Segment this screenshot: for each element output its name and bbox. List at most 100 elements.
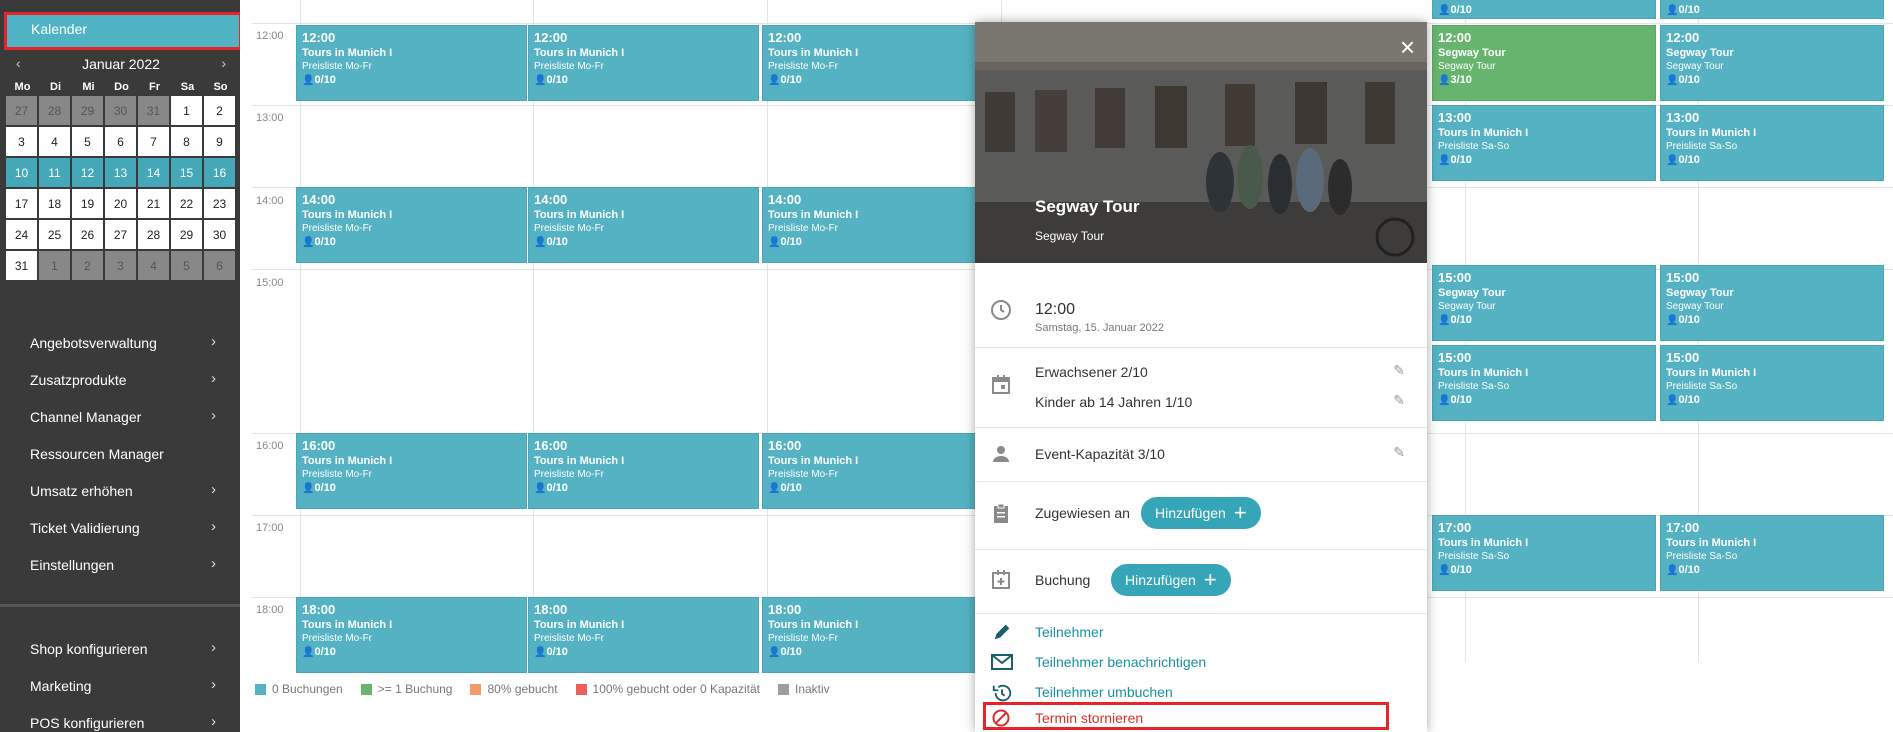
- event-slot-top[interactable]: 👤0/10: [1432, 0, 1656, 19]
- calendar-day[interactable]: 7: [138, 127, 169, 156]
- calendar-day[interactable]: 23: [204, 189, 235, 218]
- calendar-day[interactable]: 21: [138, 189, 169, 218]
- event-slot[interactable]: 14:00 Tours in Munich I Preisliste Mo-Fr 👤0…: [528, 187, 759, 263]
- calendar-nav-button[interactable]: Kalender: [4, 12, 242, 50]
- edit-children-icon[interactable]: ✎: [1393, 392, 1405, 409]
- sidebar-item[interactable]: Einstellungen ›: [0, 546, 240, 583]
- calendar-day[interactable]: 12: [72, 158, 103, 187]
- sidebar-item[interactable]: Shop konfigurieren ›: [0, 630, 240, 667]
- edit-adults-icon[interactable]: ✎: [1393, 362, 1405, 379]
- calendar-day[interactable]: 26: [72, 220, 103, 249]
- event-capacity: 👤0/10: [768, 481, 987, 496]
- event-slot[interactable]: 18:00 Tours in Munich I Preisliste Mo-Fr 👤0…: [762, 597, 993, 673]
- event-slot[interactable]: 16:00 Tours in Munich I Preisliste Mo-Fr 👤0…: [762, 433, 993, 509]
- calendar-day[interactable]: 4: [39, 127, 70, 156]
- event-name: Tours in Munich I: [1438, 127, 1529, 139]
- calendar-day[interactable]: 24: [6, 220, 37, 249]
- calendar-day[interactable]: 3: [105, 251, 136, 280]
- calendar-day[interactable]: 29: [171, 220, 202, 249]
- calendar-day[interactable]: 15: [171, 158, 202, 187]
- capacity-section: Event-Kapazität 3/10 ✎: [975, 427, 1427, 481]
- calendar-day[interactable]: 6: [105, 127, 136, 156]
- event-slot[interactable]: 12:00 Tours in Munich I Preisliste Mo-Fr 👤0…: [762, 25, 993, 101]
- event-name: Segway Tour: [1438, 287, 1506, 299]
- sidebar-item[interactable]: Channel Manager ›: [0, 398, 240, 435]
- calendar-day[interactable]: 6: [204, 251, 235, 280]
- event-pricelist: Preisliste Sa-So: [1666, 141, 1738, 152]
- sidebar-item[interactable]: POS konfigurieren ›: [0, 704, 240, 732]
- calendar-day[interactable]: 28: [138, 220, 169, 249]
- event-slot[interactable]: 12:00 Segway Tour Segway Tour 👤0/10: [1660, 25, 1884, 101]
- sidebar-item[interactable]: Angebotsverwaltung ›: [0, 324, 240, 361]
- event-slot[interactable]: 15:00 Tours in Munich I Preisliste Sa-So 👤0…: [1432, 345, 1656, 421]
- calendar-day[interactable]: 28: [39, 96, 70, 125]
- edit-capacity-icon[interactable]: ✎: [1393, 444, 1405, 461]
- event-slot[interactable]: 15:00 Segway Tour Segway Tour 👤0/10: [1660, 265, 1884, 341]
- chevron-right-icon: ›: [211, 676, 216, 693]
- calendar-day[interactable]: 18: [39, 189, 70, 218]
- calendar-day[interactable]: 30: [105, 96, 136, 125]
- event-slot[interactable]: 15:00 Tours in Munich I Preisliste Sa-So 👤0…: [1660, 345, 1884, 421]
- add-assignee-button[interactable]: Hinzufügen +: [1141, 497, 1261, 529]
- calendar-day[interactable]: 8: [171, 127, 202, 156]
- calendar-day[interactable]: 17: [6, 189, 37, 218]
- calendar-day[interactable]: 31: [6, 251, 37, 280]
- event-slot[interactable]: 14:00 Tours in Munich I Preisliste Mo-Fr 👤0…: [762, 187, 993, 263]
- event-pricelist: Segway Tour: [1438, 61, 1496, 72]
- calendar-day[interactable]: 5: [72, 127, 103, 156]
- chevron-right-icon[interactable]: ›: [221, 55, 226, 71]
- event-slot[interactable]: 12:00 Tours in Munich I Preisliste Mo-Fr 👤0…: [296, 25, 527, 101]
- calendar-day[interactable]: 2: [72, 251, 103, 280]
- person-icon: 👤: [768, 647, 781, 658]
- rebook-participants-link[interactable]: Teilnehmer umbuchen: [1035, 684, 1173, 700]
- calendar-day[interactable]: 22: [171, 189, 202, 218]
- event-slot[interactable]: 17:00 Tours in Munich I Preisliste Sa-So 👤0…: [1432, 515, 1656, 591]
- calendar-day[interactable]: 1: [171, 96, 202, 125]
- calendar-day[interactable]: 20: [105, 189, 136, 218]
- calendar-day[interactable]: 5: [171, 251, 202, 280]
- event-slot-top[interactable]: 👤0/10: [1660, 0, 1884, 19]
- notify-participants-link[interactable]: Teilnehmer benachrichtigen: [1035, 654, 1206, 670]
- calendar-day[interactable]: 25: [39, 220, 70, 249]
- calendar-day[interactable]: 2: [204, 96, 235, 125]
- event-slot[interactable]: 18:00 Tours in Munich I Preisliste Mo-Fr 👤0…: [528, 597, 759, 673]
- calendar-day[interactable]: 27: [6, 96, 37, 125]
- calendar-day[interactable]: 30: [204, 220, 235, 249]
- sidebar-item[interactable]: Umsatz erhöhen ›: [0, 472, 240, 509]
- event-slot[interactable]: 17:00 Tours in Munich I Preisliste Sa-So 👤0…: [1660, 515, 1884, 591]
- close-icon[interactable]: ×: [1400, 34, 1415, 60]
- add-booking-button[interactable]: Hinzufügen +: [1111, 564, 1231, 596]
- calendar-icon: [992, 375, 1010, 394]
- event-slot[interactable]: 15:00 Segway Tour Segway Tour 👤0/10: [1432, 265, 1656, 341]
- sidebar-item[interactable]: Ressourcen Manager: [0, 435, 240, 472]
- event-slot[interactable]: 18:00 Tours in Munich I Preisliste Mo-Fr 👤0…: [296, 597, 527, 673]
- event-slot[interactable]: 16:00 Tours in Munich I Preisliste Mo-Fr 👤0…: [296, 433, 527, 509]
- event-time: 16:00: [534, 438, 568, 453]
- event-name: Segway Tour: [1438, 47, 1506, 59]
- event-slot[interactable]: 12:00 Tours in Munich I Preisliste Mo-Fr 👤0…: [528, 25, 759, 101]
- cancel-event-link[interactable]: Termin stornieren: [1035, 710, 1143, 726]
- calendar-day[interactable]: 10: [6, 158, 37, 187]
- calendar-day[interactable]: 3: [6, 127, 37, 156]
- calendar-day[interactable]: 19: [72, 189, 103, 218]
- event-slot[interactable]: 12:00 Segway Tour Segway Tour 👤3/10: [1432, 25, 1656, 101]
- calendar-day[interactable]: 27: [105, 220, 136, 249]
- event-slot[interactable]: 13:00 Tours in Munich I Preisliste Sa-So 👤0…: [1432, 105, 1656, 181]
- sidebar-item[interactable]: Marketing ›: [0, 667, 240, 704]
- event-slot[interactable]: 16:00 Tours in Munich I Preisliste Mo-Fr 👤0…: [528, 433, 759, 509]
- event-slot[interactable]: 14:00 Tours in Munich I Preisliste Mo-Fr 👤0…: [296, 187, 527, 263]
- event-slot[interactable]: 13:00 Tours in Munich I Preisliste Sa-So 👤0…: [1660, 105, 1884, 181]
- person-icon: 👤: [1438, 315, 1451, 326]
- calendar-day[interactable]: 4: [138, 251, 169, 280]
- sidebar-item[interactable]: Zusatzprodukte ›: [0, 361, 240, 398]
- calendar-day[interactable]: 13: [105, 158, 136, 187]
- calendar-day[interactable]: 16: [204, 158, 235, 187]
- calendar-day[interactable]: 9: [204, 127, 235, 156]
- calendar-day[interactable]: 11: [39, 158, 70, 187]
- sidebar-item[interactable]: Ticket Validierung ›: [0, 509, 240, 546]
- participants-link[interactable]: Teilnehmer: [1035, 624, 1103, 640]
- calendar-day[interactable]: 1: [39, 251, 70, 280]
- calendar-day[interactable]: 14: [138, 158, 169, 187]
- calendar-day[interactable]: 29: [72, 96, 103, 125]
- calendar-day[interactable]: 31: [138, 96, 169, 125]
